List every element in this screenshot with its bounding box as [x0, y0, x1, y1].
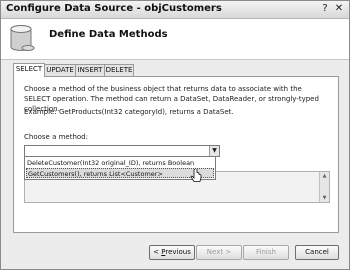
tab-update[interactable]: UPDATE — [44, 64, 76, 76]
database-icon — [10, 25, 35, 51]
tab-delete[interactable]: DELETE — [104, 64, 134, 76]
cancel-button[interactable]: Cancel — [295, 245, 339, 260]
title-bar: Configure Data Source - objCustomers ? ✕ — [1, 1, 349, 19]
tab-insert[interactable]: INSERT — [75, 64, 105, 76]
hand-cursor-icon — [190, 169, 202, 182]
select-tab-panel: Choose a method of the business object t… — [13, 76, 339, 233]
close-icon[interactable]: ✕ — [333, 3, 345, 15]
method-option[interactable]: DeleteCustomer(Int32 original_ID), retur… — [26, 158, 215, 168]
vertical-scrollbar[interactable]: ▲ ▼ — [319, 172, 329, 202]
page-title: Define Data Methods — [49, 29, 168, 40]
method-option-selected[interactable]: GetCustomers(), returns List<Customer> — [26, 168, 214, 178]
scroll-down-icon[interactable]: ▼ — [320, 194, 329, 202]
tab-select[interactable]: SELECT — [13, 63, 45, 77]
select-example: Example: GetProducts(Int32 categoryId), … — [24, 108, 234, 116]
help-icon[interactable]: ? — [319, 3, 331, 15]
previous-button[interactable]: < Previous — [149, 245, 195, 260]
window-title: Configure Data Source - objCustomers — [6, 3, 222, 14]
next-button[interactable]: Next > — [196, 245, 242, 260]
chevron-down-icon[interactable]: ▼ — [209, 146, 219, 156]
finish-button[interactable]: Finish — [243, 245, 289, 260]
dialog-header: Define Data Methods — [1, 19, 349, 60]
scroll-up-icon[interactable]: ▲ — [320, 172, 329, 180]
choose-method-label: Choose a method: — [24, 133, 88, 141]
method-options-list[interactable]: DeleteCustomer(Int32 original_ID), retur… — [24, 156, 216, 180]
configure-data-source-dialog: Configure Data Source - objCustomers ? ✕… — [0, 0, 350, 270]
